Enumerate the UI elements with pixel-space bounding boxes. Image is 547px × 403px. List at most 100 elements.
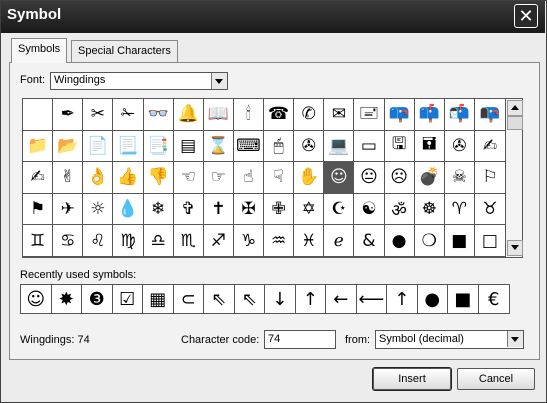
cancel-button[interactable]: Cancel [457,368,535,390]
recent-symbol-cell[interactable]: € [479,285,510,313]
character-code-input[interactable]: 74 [264,330,336,349]
symbol-cell[interactable]: ☞ [203,162,234,194]
recent-symbol-cell[interactable]: ⇖ [235,285,265,313]
symbol-cell[interactable]: ⌛ [203,130,234,163]
symbol-cell[interactable]: ✆ [294,99,325,131]
symbol-cell[interactable]: 📃 [113,130,144,163]
symbol-cell[interactable]: ✞ [173,193,204,226]
scroll-thumb[interactable] [507,116,523,130]
recent-symbol-cell[interactable]: ← [326,285,357,313]
from-dropdown[interactable]: Symbol (decimal) [375,330,524,349]
recent-symbol-cell[interactable]: ⇖ [204,285,235,313]
symbol-cell[interactable]: 📬 [444,99,475,131]
symbol-cell[interactable]: 📄 [83,130,114,163]
symbol-cell[interactable]: & [354,225,385,257]
symbol-cell[interactable]: ☠ [444,162,475,194]
symbol-cell[interactable]: 📑 [143,130,174,163]
symbol-cell[interactable]: 📁 [23,130,54,163]
symbol-cell[interactable]: ✌ [53,162,84,194]
symbol-cell[interactable]: 🕯 [233,99,264,131]
symbol-cell[interactable]: ☹ [384,162,415,194]
symbol-cell[interactable]: ☜ [173,162,204,194]
symbol-cell[interactable]: ✇ [294,130,325,163]
chevron-down-icon[interactable] [507,331,523,347]
recent-symbol-cell[interactable]: ■ [448,285,479,313]
font-dropdown[interactable]: Wingdings [50,72,228,90]
symbol-cell[interactable]: 📪 [384,99,415,131]
symbol-cell[interactable]: ☸ [414,193,445,226]
symbol-cell[interactable]: 😐 [354,162,385,194]
symbol-cell[interactable]: ⌨ [233,130,264,163]
symbol-cell[interactable]: ☼ [83,193,114,226]
symbol-cell[interactable]: ♋ [53,225,84,257]
scroll-up-icon[interactable] [507,100,523,116]
symbol-cell[interactable]: ✁ [113,99,144,131]
symbol-cell[interactable]: 👌 [83,162,114,194]
symbol-cell[interactable]: ✝ [203,193,234,226]
symbol-cell[interactable]: ▭ [354,130,385,163]
symbol-cell[interactable]: ▤ [173,130,204,163]
symbol-cell[interactable]: □ [474,225,505,257]
symbol-cell[interactable]: ❍ [414,225,445,257]
symbol-cell[interactable]: ✡ [294,193,325,226]
symbol-cell[interactable]: ✇ [444,130,475,163]
symbol-cell[interactable]: ♍ [113,225,144,257]
symbol-cell[interactable]: ✋ [294,162,325,194]
symbol-cell[interactable]: ॐ [384,193,415,226]
symbol-grid-scrollbar[interactable] [506,98,523,258]
symbol-cell[interactable]: 💻 [324,130,355,163]
symbol-cell[interactable]: 🖱 [264,130,295,163]
recent-symbols-grid[interactable]: ☺ ✸ ❸ ☑ ▦ ⊂ ⇖ ⇖ ↓ ↑ ← ⟵ ↑ ● ■ € [20,284,510,314]
symbol-grid[interactable]: ✒ ✂ ✁ 👓 🔔 📖 🕯 ☎ ✆ ✉ 🖃 📪 📫 📬 📭 📁 📂 📄 📃 📑 ▤ ⌛ ⌨ 🖱 ✇ 💻 ▭ 🖫 🖬 ✇ ✍ ✍ ✌ 👌 👍 👎 ☜ ☞ ☝ ☟… [22,98,506,258]
symbol-cell[interactable]: 🖫 [384,130,415,163]
symbol-cell[interactable]: ♌ [83,225,114,257]
symbol-cell[interactable]: ☎ [264,99,295,131]
symbol-cell[interactable]: ♐ [203,225,234,257]
symbol-cell[interactable]: ♓ [294,225,325,257]
symbol-cell[interactable]: ✒ [53,99,84,131]
recent-symbol-cell[interactable]: ▦ [143,285,174,313]
symbol-cell[interactable]: ☺ [324,162,355,194]
symbol-cell[interactable]: 🔔 [173,99,204,131]
symbol-cell[interactable]: ❄ [143,193,174,226]
tab-special-characters[interactable]: Special Characters [71,40,178,62]
symbol-cell[interactable]: ☯ [354,193,385,226]
scroll-down-icon[interactable] [507,240,523,256]
symbol-cell[interactable]: 📖 [203,99,234,131]
symbol-cell[interactable]: ✙ [264,193,295,226]
symbol-cell[interactable]: ♈ [444,193,475,226]
recent-symbol-cell[interactable]: ↑ [296,285,326,313]
symbol-cell[interactable]: ♒ [264,225,295,257]
symbol-cell[interactable]: ⚐ [474,162,505,194]
symbol-cell[interactable]: 📂 [53,130,84,163]
title-bar[interactable] [1,1,545,33]
recent-symbol-cell[interactable]: ⊂ [174,285,204,313]
recent-symbol-cell[interactable]: ❸ [82,285,113,313]
recent-symbol-cell[interactable]: ↓ [265,285,296,313]
symbol-cell[interactable]: ♏ [173,225,204,257]
symbol-cell[interactable]: ✉ [324,99,355,131]
recent-symbol-cell[interactable]: ☺ [21,285,52,313]
symbol-cell[interactable]: 👓 [143,99,174,131]
symbol-cell[interactable]: ✍ [23,162,54,194]
symbol-cell[interactable]: 👎 [143,162,174,194]
insert-button[interactable]: Insert [373,368,451,390]
symbol-cell[interactable]: ☝ [233,162,264,194]
symbol-cell[interactable]: 📭 [474,99,505,131]
symbol-cell[interactable]: 💣 [414,162,445,194]
symbol-cell[interactable]: ⚑ [23,193,54,226]
recent-symbol-cell[interactable]: ✸ [52,285,82,313]
symbol-cell[interactable]: 👍 [113,162,144,194]
symbol-cell[interactable]: 🖃 [354,99,385,131]
symbol-cell[interactable]: 💧 [113,193,144,226]
symbol-cell[interactable]: ℯ [324,225,355,257]
symbol-cell[interactable]: ♉ [474,194,505,226]
symbol-cell[interactable]: ☟ [264,162,295,194]
symbol-cell[interactable]: ☪ [324,193,355,226]
symbol-cell[interactable]: 🖬 [414,130,445,163]
symbol-cell[interactable]: ✍ [474,131,505,163]
symbol-cell[interactable]: ✠ [233,193,264,226]
recent-symbol-cell[interactable]: ☑ [113,285,143,313]
tab-symbols[interactable]: Symbols [11,38,68,63]
symbol-cell[interactable]: ♎ [143,225,174,257]
